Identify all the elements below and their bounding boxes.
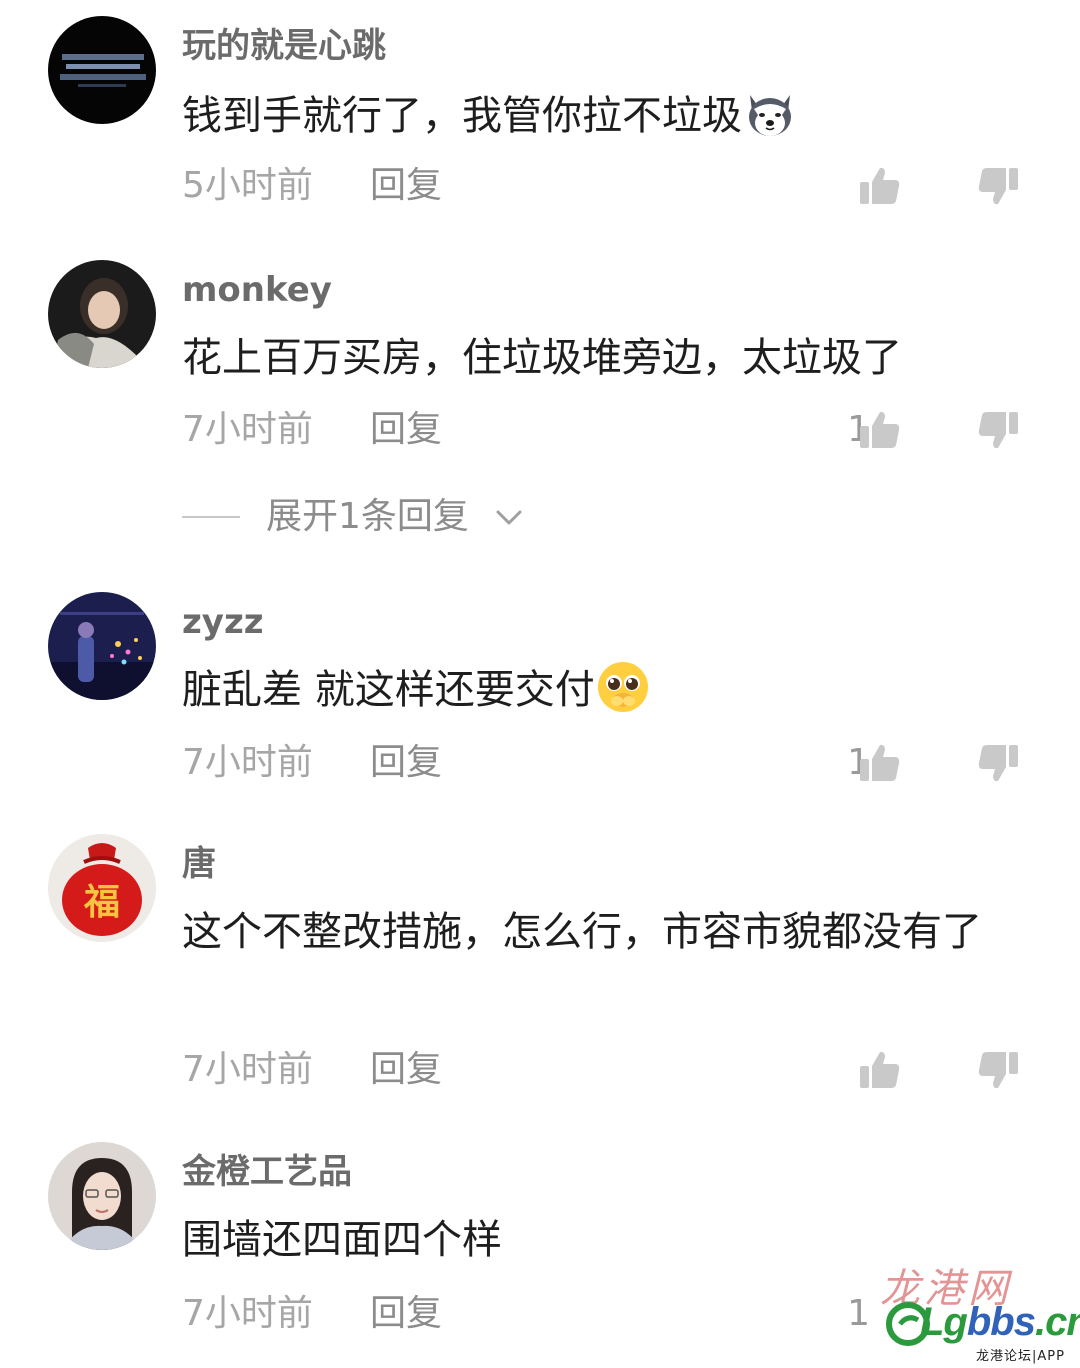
watermark-domain-main: bbs <box>966 1300 1036 1344</box>
thumbs-up-icon[interactable] <box>858 1048 902 1092</box>
comment-username[interactable]: 玩的就是心跳 <box>182 26 386 66</box>
avatar[interactable]: 福 <box>48 834 156 942</box>
like-count: 1 <box>847 1293 870 1334</box>
watermark-tagline: 龙港论坛|APP <box>976 1349 1065 1364</box>
comment-text-body: 脏乱差 就这样还要交付 <box>182 667 595 713</box>
comment-username[interactable]: 唐 <box>182 844 216 884</box>
comment-username[interactable]: 金橙工艺品 <box>182 1152 352 1192</box>
comment-text: 这个不整改措施，怎么行，市容市貌都没有了 <box>182 909 982 955</box>
comment-username[interactable]: zyzz <box>182 602 264 642</box>
thumbs-up-icon[interactable] <box>858 408 902 452</box>
site-watermark: 龙港网 Lgbbs.cn 龙港论坛|APP <box>868 1252 1080 1364</box>
svg-text:福: 福 <box>83 881 120 923</box>
comment-time: 7小时前 <box>182 1049 313 1090</box>
comment-text: 钱到手就行了，我管你拉不垃圾 <box>182 84 1012 148</box>
comment-text: 脏乱差 就这样还要交付 <box>182 658 1012 722</box>
husky-dog-emoji-icon <box>749 95 791 136</box>
night-lights-avatar-image <box>48 592 156 700</box>
comment-time: 5小时前 <box>182 165 313 206</box>
comment-text: 花上百万买房，住垃圾堆旁边，太垃圾了 <box>182 335 902 381</box>
watermark-domain-prefix: Lg <box>920 1300 968 1344</box>
comment-feed: 玩的就是心跳 钱到手就行了，我管你拉不垃圾 5小时前 回复 monkey 花上百… <box>0 0 1080 1368</box>
thumbs-up-icon[interactable] <box>858 164 902 208</box>
reply-button[interactable]: 回复 <box>370 741 442 785</box>
comment-time: 7小时前 <box>182 742 313 783</box>
comment-meta: 5小时前 回复 <box>182 164 442 208</box>
reply-button[interactable]: 回复 <box>370 1048 442 1092</box>
divider <box>182 516 240 518</box>
thumbs-down-icon[interactable] <box>976 741 1020 785</box>
girl-photo-avatar-image <box>48 260 156 368</box>
expand-replies-button[interactable]: 展开1条回复 <box>266 494 469 540</box>
thumbs-down-icon[interactable] <box>976 1048 1020 1092</box>
comment-time: 7小时前 <box>182 409 313 450</box>
watermark-domain-suffix: .cn <box>1035 1300 1080 1344</box>
reply-button[interactable]: 回复 <box>370 408 442 452</box>
comment-meta: 7小时前 回复 <box>182 408 442 452</box>
red-fu-bag-avatar-image: 福 <box>48 834 156 942</box>
comment-text-body: 钱到手就行了，我管你拉不垃圾 <box>182 93 742 139</box>
avatar[interactable] <box>48 260 156 368</box>
chevron-down-icon <box>496 510 522 525</box>
avatar[interactable] <box>48 1142 156 1250</box>
comment-time: 7小时前 <box>182 1293 313 1334</box>
comment-meta: 7小时前 回复 <box>182 1292 442 1336</box>
watermark-domain: Lgbbs.cn <box>920 1300 1080 1345</box>
comment-meta: 7小时前 回复 <box>182 1048 442 1092</box>
thumbs-down-icon[interactable] <box>976 164 1020 208</box>
thumbs-up-icon[interactable] <box>858 741 902 785</box>
reply-button[interactable]: 回复 <box>370 1292 442 1336</box>
dark-text-banner-avatar-image <box>48 16 156 124</box>
woman-portrait-avatar-image <box>48 1142 156 1250</box>
comment-username[interactable]: monkey <box>182 270 332 310</box>
comment-meta: 7小时前 回复 <box>182 741 442 785</box>
pleading-face-emoji-icon <box>597 662 648 712</box>
reply-button[interactable]: 回复 <box>370 164 442 208</box>
avatar[interactable] <box>48 592 156 700</box>
avatar[interactable] <box>48 16 156 124</box>
thumbs-down-icon[interactable] <box>976 408 1020 452</box>
